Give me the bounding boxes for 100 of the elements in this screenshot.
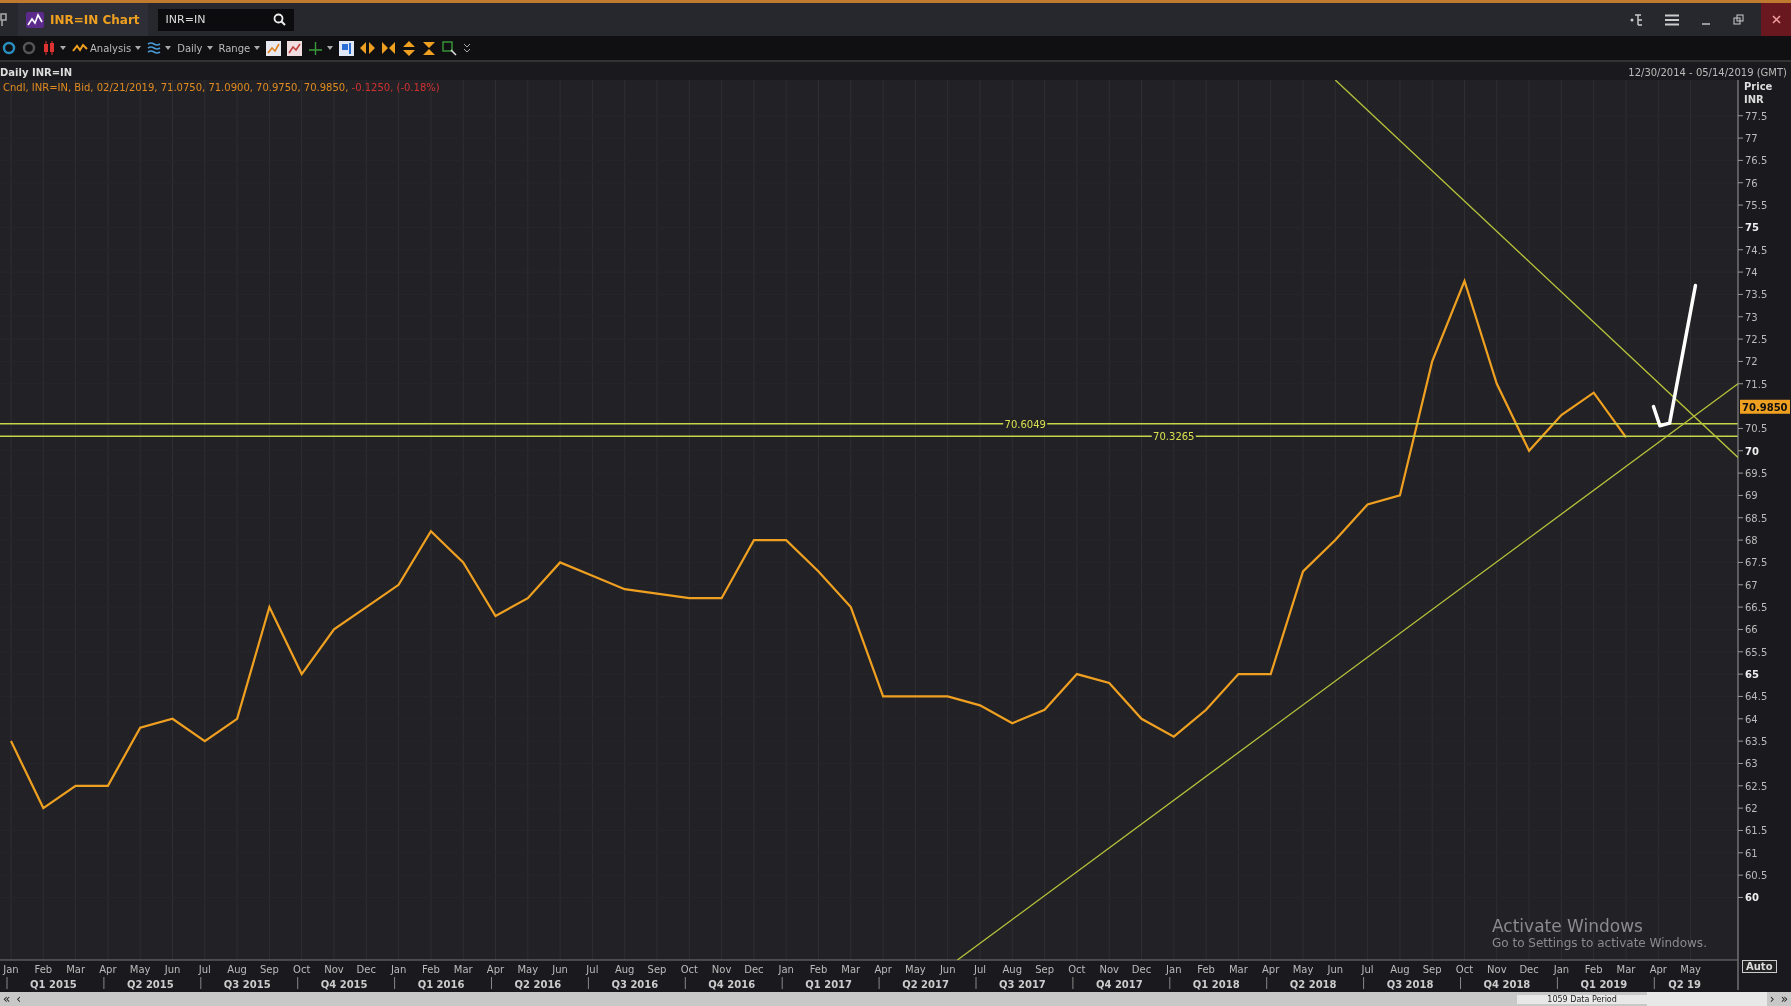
month-label: Dec xyxy=(356,964,376,975)
quarter-label: Q2 2018 xyxy=(1289,979,1337,990)
scroll-left-button[interactable]: ‹ xyxy=(13,994,25,1004)
compress-vertical-icon[interactable] xyxy=(422,40,437,56)
axis-tick-label: 62.5 xyxy=(1745,780,1768,792)
chart-title: Daily INR=IN xyxy=(0,66,73,78)
expand-horizontal-icon[interactable] xyxy=(360,41,376,55)
line-chart-icon[interactable] xyxy=(266,40,282,56)
month-label: May xyxy=(1680,964,1701,975)
line-label: 70.3265 xyxy=(1153,431,1195,443)
quarter-label: Q3 2017 xyxy=(999,979,1046,990)
axis-tick-label: 63 xyxy=(1745,758,1758,770)
axis-tick-label: 73.5 xyxy=(1745,289,1768,301)
crosshair-icon[interactable] xyxy=(308,40,324,56)
expand-vertical-icon[interactable] xyxy=(402,40,417,56)
select-icon[interactable] xyxy=(442,40,458,56)
axis-tick-label: 65 xyxy=(1745,669,1759,681)
axis-tick-label: 74 xyxy=(1745,267,1758,279)
axis-tick-label: 64 xyxy=(1745,713,1758,725)
quarter-label: Q4 2018 xyxy=(1483,979,1531,990)
month-label: Aug xyxy=(614,964,635,975)
month-label: Sep xyxy=(1422,964,1442,975)
quarter-label: Q1 2018 xyxy=(1192,979,1240,990)
month-label: Dec xyxy=(1131,964,1152,975)
month-label: Sep xyxy=(647,964,667,975)
range-button[interactable]: Range xyxy=(218,42,251,54)
quarter-label: Q2 2015 xyxy=(126,979,174,990)
month-label: Feb xyxy=(1197,964,1215,975)
caret-icon[interactable] xyxy=(327,46,334,50)
search-field[interactable]: INR=IN xyxy=(157,8,294,31)
quarter-label: Q4 2015 xyxy=(320,979,368,990)
caret-icon[interactable] xyxy=(254,46,261,50)
candlestick-icon[interactable] xyxy=(42,41,56,55)
month-label: May xyxy=(517,964,539,975)
month-label: Aug xyxy=(1390,964,1410,975)
close-icon xyxy=(1771,15,1781,24)
tree-icon[interactable] xyxy=(1629,12,1643,27)
axis-tick-label: 62 xyxy=(1745,803,1758,815)
month-label: Jun xyxy=(1327,964,1344,975)
scroll-start-button[interactable]: « xyxy=(0,994,14,1004)
month-label: Mar xyxy=(66,964,86,975)
analysis-button[interactable]: Analysis xyxy=(72,42,132,54)
close-button[interactable] xyxy=(1761,3,1791,36)
chart-icon[interactable] xyxy=(287,40,303,56)
search-icon[interactable] xyxy=(272,13,286,26)
axis-tick-label: 77 xyxy=(1745,133,1758,145)
month-label: Jun xyxy=(552,964,568,975)
month-label: Jul xyxy=(198,964,211,975)
quarter-label: Q1 2019 xyxy=(1580,979,1628,990)
month-label: May xyxy=(905,964,926,975)
axis-tick-label: 72.5 xyxy=(1745,334,1768,346)
axis-title: Price xyxy=(1744,80,1773,93)
month-label: Oct xyxy=(293,964,311,975)
month-label: Jul xyxy=(1361,964,1374,975)
caret-icon[interactable] xyxy=(206,46,213,50)
refresh-icon[interactable] xyxy=(2,41,16,55)
scroll-end-button[interactable]: » xyxy=(1777,994,1791,1004)
axis-tick-label: 66 xyxy=(1745,624,1758,636)
window-icon[interactable] xyxy=(339,40,355,56)
month-label: Oct xyxy=(1455,964,1474,975)
month-label: Apr xyxy=(486,964,505,975)
pin-icon[interactable] xyxy=(0,12,8,27)
legend-text: Cndl, INR=IN, Bid, 02/21/2019, 71.0750, 71.0900, 70.9750, 70.9850, -0.1250, (-0.18%) xyxy=(3,82,440,93)
axis-tick-label: 75 xyxy=(1745,222,1759,234)
restore-icon[interactable] xyxy=(1733,13,1745,26)
month-label: Jul xyxy=(973,964,987,975)
scroll-thumb[interactable] xyxy=(1646,992,1767,1006)
quarter-label: Q1 2016 xyxy=(417,979,465,990)
date-range: 12/30/2014 - 05/14/2019 (GMT) xyxy=(1628,66,1787,78)
axis-unit: INR xyxy=(1744,93,1765,106)
axis-tick-label: 76 xyxy=(1745,177,1758,189)
month-label: Mar xyxy=(1616,964,1636,975)
axis-tick-label: 68.5 xyxy=(1745,512,1768,524)
refresh-icon[interactable] xyxy=(22,41,36,55)
waves-icon[interactable] xyxy=(147,41,162,55)
quarter-label: Q2 2016 xyxy=(514,979,562,990)
axis-tick-label: 72 xyxy=(1745,356,1758,368)
month-label: Apr xyxy=(1649,964,1667,975)
quarter-label: Q4 2017 xyxy=(1095,979,1143,990)
month-label: Jan xyxy=(1553,964,1570,975)
month-label: Mar xyxy=(841,964,861,975)
scroll-right-button[interactable]: › xyxy=(1766,994,1778,1004)
interval-button[interactable]: Daily xyxy=(177,42,203,54)
chart-tab[interactable]: INR=IN Chart xyxy=(18,3,148,36)
caret-icon[interactable] xyxy=(60,46,66,50)
axis-tick-label: 70.5 xyxy=(1745,423,1768,435)
compress-horizontal-icon[interactable] xyxy=(381,41,397,55)
auto-button[interactable]: Auto xyxy=(1742,960,1777,973)
axis-tick-label: 74.5 xyxy=(1745,244,1768,256)
month-label: Apr xyxy=(99,964,117,975)
caret-icon[interactable] xyxy=(135,46,142,50)
caret-icon[interactable] xyxy=(165,46,172,50)
quarter-label: Q2 2017 xyxy=(902,979,949,990)
month-label: Sep xyxy=(259,964,279,975)
menu-icon[interactable] xyxy=(1665,13,1679,26)
month-label: Jan xyxy=(1166,964,1182,975)
month-label: Feb xyxy=(1584,964,1603,975)
price-tag: 70.9850 xyxy=(1740,399,1790,414)
month-label: Dec xyxy=(1519,964,1539,975)
more-icon[interactable] xyxy=(463,43,472,53)
